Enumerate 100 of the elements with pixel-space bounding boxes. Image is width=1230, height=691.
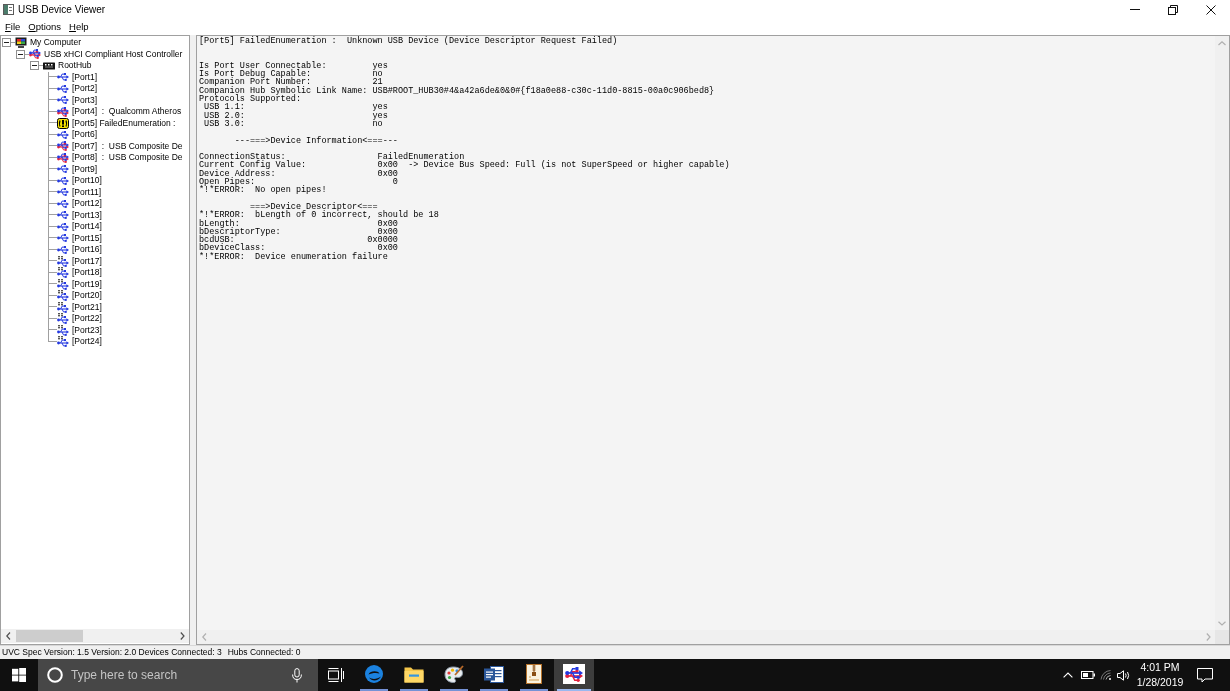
- tree-item[interactable]: [Port20]: [72, 290, 102, 302]
- report-line: ---===>Device Information<===---: [233, 136, 398, 145]
- stacked-usb-icon: [57, 290, 69, 302]
- stacked-usb-icon: [57, 267, 69, 279]
- report-line: Current Config Value: 0x00 -> Device Bus Speed: Full (is not SuperSpeed or higher capable): [199, 161, 730, 170]
- tree-item[interactable]: My Computer: [30, 37, 81, 49]
- tree-item[interactable]: [Port3]: [72, 94, 98, 106]
- search-field[interactable]: Type here to search: [71, 665, 288, 685]
- usb-icon: [563, 664, 585, 684]
- tree-item[interactable]: [Port2]: [72, 83, 98, 95]
- tree-item[interactable]: [Port21]: [72, 301, 102, 313]
- report-line: Is Port User Connectable: yes: [199, 61, 388, 71]
- status-text: UVC Spec Version: 1.5 Version: 2.0 Devices Connected: 3: [2, 646, 222, 659]
- scrollbar-thumb[interactable]: [16, 630, 83, 642]
- taskbar-app-button[interactable]: [554, 659, 594, 691]
- stacked-usb-icon: [57, 301, 69, 313]
- tree-item[interactable]: [Port14]: [72, 221, 102, 233]
- tree-item[interactable]: [Port6]: [72, 129, 98, 141]
- report-line: *!*ERROR: Device enumeration failure: [199, 252, 388, 261]
- tree-item[interactable]: [Port22]: [72, 313, 102, 325]
- report-line: USB 1.1: yes: [203, 103, 388, 112]
- collapse-toggle[interactable]: [2, 38, 11, 48]
- chevron-up-icon: [1063, 672, 1073, 678]
- chevron-down-icon: [1218, 620, 1226, 626]
- stacked-usb-icon: [57, 336, 69, 348]
- chevron-right-icon: [179, 632, 185, 640]
- app-icon: [3, 4, 14, 15]
- tree-item[interactable]: [Port17]: [72, 255, 102, 267]
- report-line: USB 3.0: no: [203, 119, 383, 129]
- tree-item[interactable]: [Port12]: [72, 198, 102, 210]
- menu-item[interactable]: Help: [65, 19, 93, 35]
- chevron-left-icon: [201, 633, 207, 641]
- volume-icon: [1117, 669, 1131, 681]
- tree-item[interactable]: [Port1]: [72, 71, 98, 83]
- tree-item[interactable]: [Port13]: [72, 209, 102, 221]
- archive-icon: [525, 664, 543, 684]
- clock-button[interactable]: 4:01 PM 1/28/2019: [1133, 659, 1187, 691]
- swirl-icon: [364, 664, 384, 684]
- stacked-usb-icon: [57, 255, 69, 267]
- restore-icon: [1168, 4, 1178, 15]
- report-line: bDescriptorType: 0x00: [199, 227, 398, 237]
- task-view-icon: [328, 668, 344, 682]
- window-title: USB Device Viewer: [18, 3, 106, 17]
- close-icon: [1206, 4, 1216, 15]
- usb-icon: [57, 130, 69, 139]
- report-line: bLength: 0x00: [199, 219, 398, 228]
- tree-item[interactable]: [Port10]: [72, 175, 102, 187]
- tree-item[interactable]: [Port7] : USB Composite De: [72, 140, 183, 152]
- palette-icon: [444, 664, 464, 684]
- status-text: Hubs Connected: 0: [227, 646, 301, 659]
- tree-item[interactable]: [Port19]: [72, 278, 102, 290]
- tree-item[interactable]: USB xHCI Compliant Host Controller: [44, 48, 183, 60]
- report-line: *!*ERROR: No open pipes!: [199, 186, 327, 195]
- tree-item[interactable]: [Port8] : USB Composite De: [72, 152, 183, 164]
- report-line: *!*ERROR: bLength of 0 incorrect, should be 18: [199, 211, 439, 220]
- hub-icon: [43, 61, 55, 70]
- tree-item[interactable]: [Port18]: [72, 267, 102, 279]
- horizontal-scrollbar[interactable]: [1, 629, 189, 643]
- menu-item[interactable]: Options: [24, 19, 66, 35]
- report-line: bDeviceClass: 0x00: [199, 244, 398, 253]
- tree-item[interactable]: [Port11]: [72, 186, 102, 198]
- usb-icon: [57, 211, 69, 220]
- report-line: Protocols Supported:: [199, 95, 302, 104]
- folder-icon: [404, 665, 424, 683]
- usb-icon: [57, 188, 69, 197]
- minimize-icon: [1130, 9, 1140, 10]
- collapse-toggle[interactable]: [16, 49, 25, 59]
- usb-icon: [57, 245, 69, 254]
- usb-device-icon: [57, 141, 69, 152]
- tree-item[interactable]: [Port24]: [72, 336, 102, 348]
- usb-icon: [57, 234, 69, 243]
- report-line: Companion Hub Symbolic Link Name: USB#ROOT_HUB30#4&a42a6de&0&0#{f18a0e88-c30c-11d0-8815-00a0c906bed8}: [199, 86, 715, 96]
- start-icon: [12, 668, 26, 682]
- report-title: [Port5] FailedEnumeration : Unknown USB Device (Device Descriptor Request Failed): [199, 37, 618, 46]
- document-icon: [484, 664, 504, 684]
- usb-icon: [57, 165, 69, 174]
- tree-item[interactable]: [Port9]: [72, 163, 98, 175]
- battery-icon: [1080, 671, 1095, 679]
- search-bar[interactable]: Type here to search: [38, 659, 318, 691]
- tree-item[interactable]: RootHub: [58, 60, 92, 72]
- tree-item[interactable]: [Port5] FailedEnumeration :: [72, 117, 176, 129]
- menu-item[interactable]: File: [1, 19, 25, 35]
- report-line: Companion Port Number: 21: [199, 78, 383, 87]
- computer-icon: [15, 37, 27, 49]
- usb-icon: [57, 73, 69, 82]
- collapse-toggle[interactable]: [30, 61, 39, 71]
- tree-item[interactable]: [Port16]: [72, 244, 102, 256]
- usb-device-icon: [29, 49, 41, 60]
- tree-item[interactable]: [Port15]: [72, 232, 102, 244]
- usb-device-icon: [57, 152, 69, 163]
- report-line: USB 2.0: yes: [203, 111, 388, 120]
- stacked-usb-icon: [57, 313, 69, 325]
- usb-icon: [57, 84, 69, 93]
- usb-icon: [57, 199, 69, 208]
- tree-item[interactable]: [Port23]: [72, 324, 102, 336]
- warning-icon: [57, 117, 69, 129]
- microphone-icon[interactable]: [292, 667, 302, 683]
- stacked-usb-icon: [57, 278, 69, 290]
- usb-icon: [57, 222, 69, 231]
- tree-item[interactable]: [Port4] : Qualcomm Atheros: [72, 106, 182, 118]
